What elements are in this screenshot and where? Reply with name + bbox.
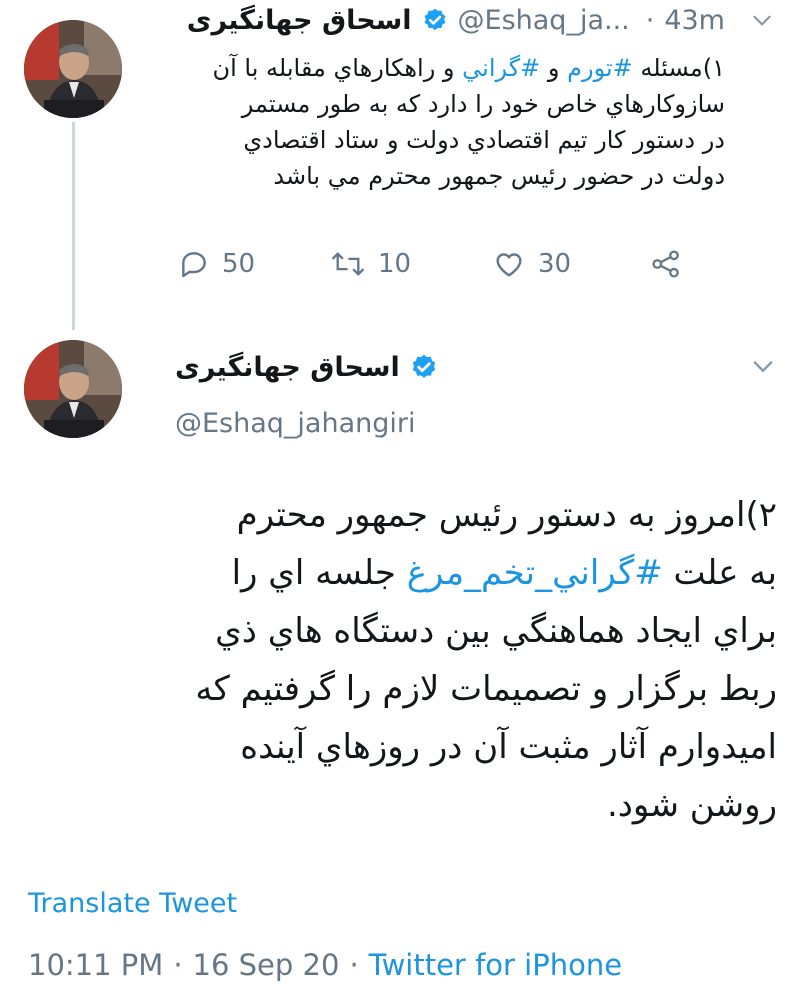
tweet1-line-4: دولت در حضور رئيس جمهور محترم مي باشد xyxy=(273,162,725,190)
like-count: 30 xyxy=(538,249,572,279)
retweet-count: 10 xyxy=(378,249,412,279)
retweet-icon xyxy=(330,248,366,280)
avatar[interactable] xyxy=(24,20,122,118)
tweet2-line-6: روشن شود. xyxy=(606,785,777,825)
tweet1-line-1: ١)مسئله #تورم و #گراني و راهكارهاي مقابل… xyxy=(212,54,726,82)
chevron-down-icon[interactable] xyxy=(749,7,775,33)
chevron-down-icon[interactable] xyxy=(749,352,777,380)
tweet1-line-3: در دستور كار تيم اقتصادي دولت و ستاد اقت… xyxy=(243,126,725,154)
verified-badge-icon xyxy=(410,353,438,381)
tweet2-line-3: براي ايجاد هماهنگي بين دستگاه هاي ذي xyxy=(215,611,777,651)
meta-separator: · xyxy=(349,948,359,982)
tweet1-text: ١)مسئله #تورم و #گراني و راهكارهاي مقابل… xyxy=(125,50,726,194)
avatar-photo xyxy=(24,20,122,118)
reply-count: 50 xyxy=(222,249,256,279)
retweet-button[interactable]: 10 xyxy=(330,248,411,280)
translate-tweet-link[interactable]: Translate Tweet xyxy=(28,888,237,919)
tweet-time[interactable]: 43m xyxy=(664,5,725,36)
hashtag-link[interactable]: #تورم xyxy=(567,54,633,82)
tweet2-line-2: به علت #گراني_تخم_مرغ جلسه اي را xyxy=(231,553,777,593)
tweet2-author: اسحاق جهانگیری xyxy=(175,342,438,392)
like-icon xyxy=(492,248,526,280)
tweet-source-link[interactable]: Twitter for iPhone xyxy=(369,948,622,982)
user-handle[interactable]: @Eshaq_ja... xyxy=(458,5,630,36)
tweet2-line-1: ٢)امروز به دستور رئيس جمهور محترم xyxy=(236,495,777,535)
tweet1-header: اسحاق جهانگیری @Eshaq_ja... · 43m xyxy=(187,0,775,40)
share-icon xyxy=(648,248,684,280)
tweet2-line-4: ربط برگزار و تصميمات لازم را گرفتيم كه xyxy=(195,669,777,709)
tweet-time[interactable]: 10:11 PM xyxy=(28,948,163,982)
share-button[interactable] xyxy=(648,248,684,280)
avatar[interactable] xyxy=(24,340,122,438)
hashtag-link[interactable]: #گراني xyxy=(462,54,540,82)
like-button[interactable]: 30 xyxy=(492,248,571,280)
meta-separator: · xyxy=(173,948,183,982)
tweet-meta: 10:11 PM · 16 Sep 20 · Twitter for iPhon… xyxy=(28,948,622,982)
thread-connector xyxy=(72,122,75,330)
tweet2-text: ٢)امروز به دستور رئيس جمهور محترم به علت… xyxy=(27,486,777,834)
reply-icon xyxy=(178,248,210,280)
display-name[interactable]: اسحاق جهانگیری xyxy=(187,5,412,36)
display-name[interactable]: اسحاق جهانگیری xyxy=(175,352,400,383)
user-handle[interactable]: @Eshaq_jahangiri xyxy=(175,408,415,439)
tweet2-line-5: اميدوارم آثار مثبت آن در روزهاي آينده xyxy=(240,727,777,767)
hashtag-link[interactable]: #گراني_تخم_مرغ xyxy=(407,553,663,593)
avatar-photo xyxy=(24,340,122,438)
tweet-date[interactable]: 16 Sep 20 xyxy=(193,948,340,982)
tweet1-line-2: سازوكارهاي خاص خود را دارد كه به طور مست… xyxy=(241,90,725,118)
verified-badge-icon xyxy=(422,7,448,33)
time-separator: · xyxy=(645,4,655,36)
reply-button[interactable]: 50 xyxy=(178,248,255,280)
